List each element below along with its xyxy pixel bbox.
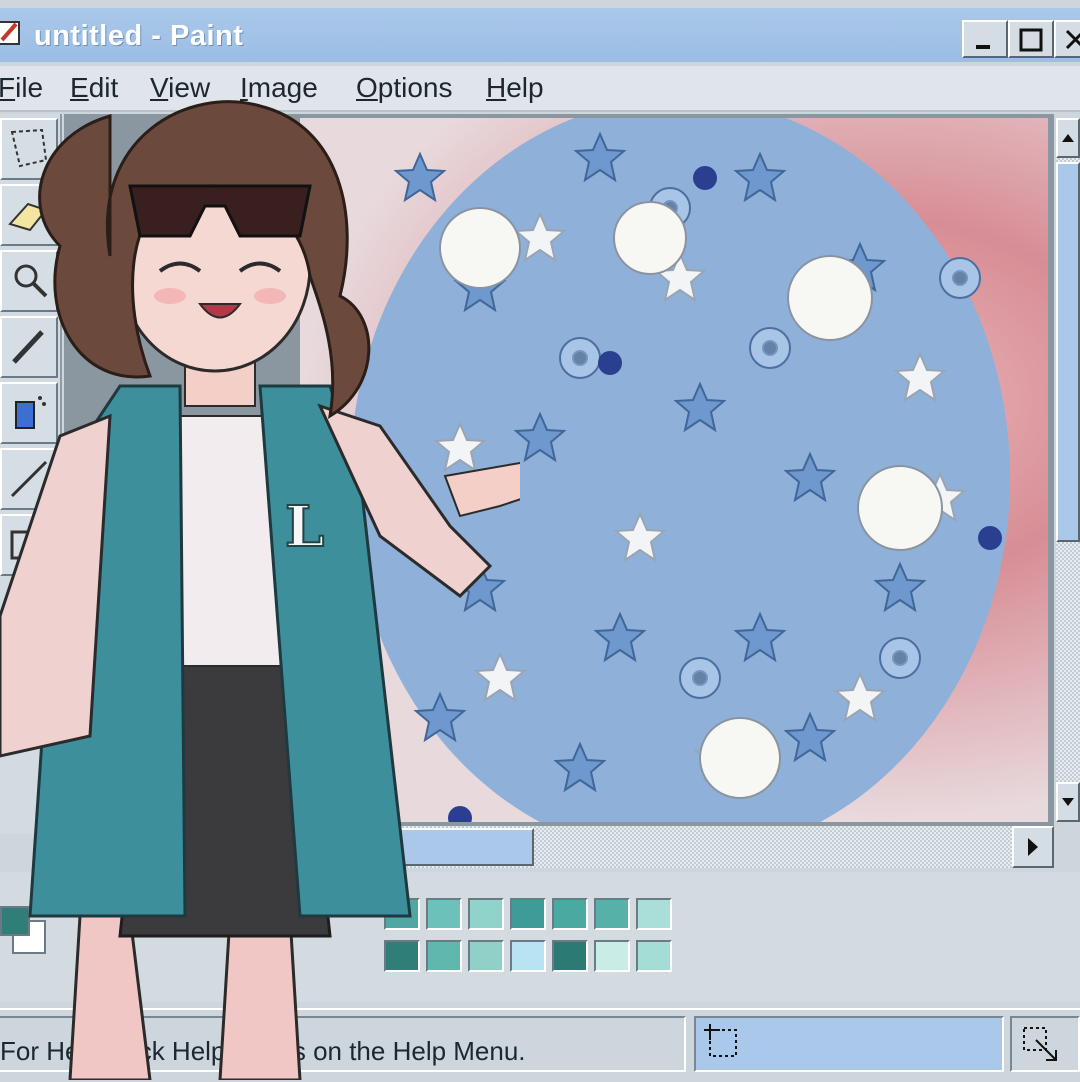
palette-color-swatch[interactable] — [636, 898, 672, 930]
palette-color-swatch[interactable] — [594, 898, 630, 930]
palette-color-swatch[interactable] — [636, 940, 672, 972]
palette-color-swatch[interactable] — [552, 898, 588, 930]
vertical-scrollbar[interactable] — [1056, 118, 1080, 822]
vertical-scroll-thumb[interactable] — [1056, 162, 1080, 542]
close-icon — [1065, 29, 1080, 50]
character-illustration: L — [0, 100, 520, 1080]
scroll-down-button[interactable] — [1056, 782, 1080, 822]
cursor-position-icon — [704, 1024, 737, 1057]
title-bar[interactable]: untitled - Paint — [0, 8, 1080, 62]
palette-color-swatch[interactable] — [552, 940, 588, 972]
status-position-panel — [694, 1016, 1004, 1072]
arrow-right-icon — [1028, 838, 1038, 856]
minimize-icon — [976, 45, 990, 49]
maximize-icon — [1019, 28, 1043, 52]
paint-window: untitled - Paint File Edit View Image Op… — [0, 0, 1080, 1082]
maximize-button[interactable] — [1008, 20, 1054, 58]
svg-text:L: L — [285, 494, 324, 560]
selection-size-icon — [1023, 1027, 1057, 1061]
paint-app-icon — [0, 21, 20, 45]
close-button[interactable] — [1054, 20, 1080, 58]
scroll-right-button[interactable] — [1012, 826, 1054, 868]
arrow-down-icon — [1062, 798, 1074, 806]
palette-color-swatch[interactable] — [594, 940, 630, 972]
window-title: untitled - Paint — [34, 20, 244, 52]
scroll-up-button[interactable] — [1056, 118, 1080, 158]
minimize-button[interactable] — [962, 20, 1008, 58]
status-size-panel — [1010, 1016, 1080, 1072]
arrow-up-icon — [1062, 134, 1074, 142]
